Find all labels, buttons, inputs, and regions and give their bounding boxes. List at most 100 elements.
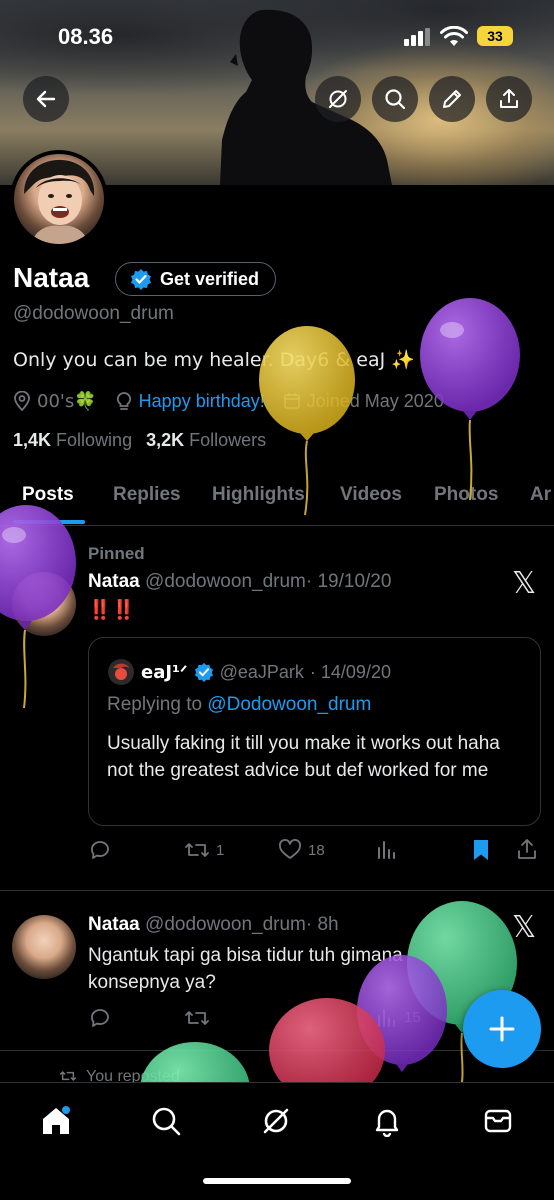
pinned-label: Pinned xyxy=(88,544,145,563)
profile-meta: 00's🍀 Happy birthday! Joined May 2020 xyxy=(13,388,462,414)
bookmark-icon xyxy=(474,840,488,860)
post-header: Nataa @dodowoon_drum· 8h xyxy=(88,914,339,936)
replying-to-link[interactable]: @Dodowoon_drum xyxy=(207,694,371,715)
share-icon xyxy=(518,839,536,859)
profile-avatar[interactable] xyxy=(10,150,108,248)
followers-link[interactable]: 3,2K Followers xyxy=(146,430,266,451)
share-button[interactable] xyxy=(486,76,532,122)
views-button[interactable]: 15 xyxy=(376,1006,421,1028)
search-icon xyxy=(385,89,406,110)
post-author[interactable]: Nataa xyxy=(88,571,140,592)
analytics-icon xyxy=(378,841,395,859)
profile-bio: Only you can be my healer. Day6 & eaJ ✨ xyxy=(13,349,415,371)
tab-articles[interactable]: Ar xyxy=(530,484,551,506)
post-avatar[interactable] xyxy=(12,572,76,636)
post-author[interactable]: Nataa xyxy=(88,914,140,935)
grok-icon xyxy=(263,1108,289,1134)
reply-icon xyxy=(91,1009,109,1027)
post-date: · 8h xyxy=(305,914,339,935)
repost-button[interactable] xyxy=(184,1006,210,1030)
quote-avatar xyxy=(108,659,134,685)
nav-search[interactable] xyxy=(148,1103,184,1139)
active-tab-indicator xyxy=(13,520,85,524)
edit-icon xyxy=(443,90,461,108)
get-verified-button[interactable]: Get verified xyxy=(115,262,277,296)
quote-date: · 14/09/20 xyxy=(309,661,391,682)
calendar-icon xyxy=(283,393,300,409)
verified-badge-icon xyxy=(194,662,213,682)
quoted-post[interactable]: eaJ¹ᐟ @eaJPark · 14/09/20 Replying to @Do… xyxy=(88,637,541,826)
like-button[interactable]: 18 xyxy=(278,838,325,862)
repost-icon xyxy=(185,1011,209,1025)
messages-icon xyxy=(484,1109,512,1133)
share-post-button[interactable] xyxy=(516,838,538,860)
tab-posts[interactable]: Posts xyxy=(22,484,74,506)
verified-badge-icon xyxy=(131,269,151,290)
tab-highlights[interactable]: Highlights xyxy=(212,484,305,506)
location-text: 00's🍀 xyxy=(37,390,97,412)
views-button[interactable] xyxy=(376,838,398,860)
website-link[interactable]: Happy birthday! xyxy=(139,391,265,412)
post-divider xyxy=(0,890,554,891)
quote-text: Usually faking it till you make it works… xyxy=(107,733,500,781)
share-icon xyxy=(500,89,518,108)
tab-photos[interactable]: Photos xyxy=(434,484,498,506)
avatar-face xyxy=(24,159,95,244)
repost-count: 1 xyxy=(216,841,225,859)
cellular-signal-icon xyxy=(404,28,430,46)
heart-icon xyxy=(279,839,301,859)
battery-indicator: 33 xyxy=(477,26,513,46)
joined-item: Joined May 2020 xyxy=(283,391,444,412)
x-logo-icon: 𝕏 xyxy=(512,566,537,601)
nav-messages[interactable] xyxy=(480,1103,516,1139)
post-avatar[interactable] xyxy=(12,915,76,979)
search-button[interactable] xyxy=(372,76,418,122)
nav-grok[interactable] xyxy=(258,1103,294,1139)
compose-button[interactable] xyxy=(463,990,541,1068)
home-indicator xyxy=(203,1178,351,1184)
profile-handle: @dodowoon_drum xyxy=(13,303,174,324)
status-time: 08.36 xyxy=(58,24,114,49)
post-actions: 1 18 xyxy=(88,838,540,868)
post-header: Nataa @dodowoon_drum· 19/10/20 xyxy=(88,571,391,593)
tab-replies[interactable]: Replies xyxy=(113,484,181,506)
plus-icon xyxy=(489,1016,515,1042)
wifi-icon xyxy=(440,26,468,46)
search-icon xyxy=(152,1107,181,1136)
nav-home[interactable] xyxy=(38,1103,74,1139)
reply-button[interactable] xyxy=(88,838,112,862)
get-verified-label: Get verified xyxy=(160,268,260,289)
back-button[interactable] xyxy=(23,76,69,122)
edit-profile-button[interactable] xyxy=(429,76,475,122)
back-arrow-icon xyxy=(36,90,56,108)
post-date: · 19/10/20 xyxy=(305,571,392,592)
following-count: 1,4K xyxy=(13,430,52,450)
quote-author: eaJ¹ᐟ xyxy=(141,661,188,683)
tab-videos[interactable]: Videos xyxy=(340,484,402,506)
nav-notifications[interactable] xyxy=(369,1103,405,1139)
quote-header: eaJ¹ᐟ @eaJPark · 14/09/20 xyxy=(107,658,391,686)
reply-button[interactable] xyxy=(88,1006,112,1030)
followers-label: Followers xyxy=(189,430,267,450)
following-label: Following xyxy=(56,430,133,450)
views-count: 15 xyxy=(404,1008,421,1026)
grok-button[interactable] xyxy=(315,76,361,122)
notifications-icon xyxy=(375,1109,399,1137)
bookmark-button[interactable] xyxy=(470,838,492,862)
x-logo-icon: 𝕏 xyxy=(512,910,537,945)
reply-icon xyxy=(91,841,109,859)
website-item[interactable]: Happy birthday! xyxy=(115,391,265,412)
analytics-icon xyxy=(378,1009,395,1027)
post-text: ‼️‼️ xyxy=(88,599,136,621)
follow-stats: 1,4K Following 3,2K Followers xyxy=(13,430,266,451)
quote-handle: @eaJPark xyxy=(219,661,304,682)
post-text: Ngantuk tapi ga bisa tidur tuh gimana ko… xyxy=(88,945,403,993)
location-pin-icon xyxy=(14,391,30,411)
following-link[interactable]: 1,4K Following xyxy=(13,430,132,451)
grok-icon xyxy=(329,90,347,108)
home-icon xyxy=(43,1106,70,1134)
lightbulb-icon xyxy=(116,392,131,410)
status-bar: 08.36 33 xyxy=(0,22,554,52)
repost-button[interactable]: 1 xyxy=(184,838,224,862)
profile-name: Nataa xyxy=(13,262,90,293)
